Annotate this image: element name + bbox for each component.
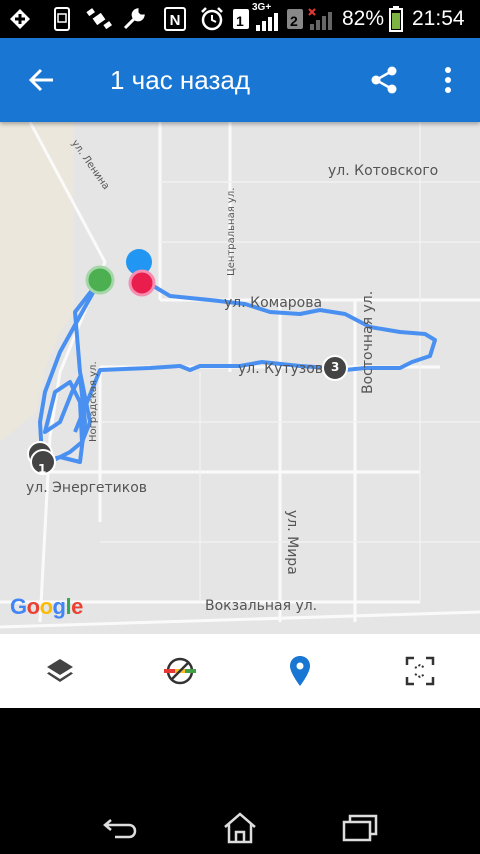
recents-nav-icon bbox=[342, 814, 378, 842]
street-label-kutuzova: ул. Кутузов bbox=[238, 361, 324, 377]
bottom-toolbar bbox=[0, 634, 480, 708]
page-title: 1 час назад bbox=[110, 65, 250, 95]
fit-bounds-icon bbox=[405, 656, 435, 686]
google-logo-letter: g bbox=[52, 594, 66, 619]
signal-icon bbox=[252, 12, 280, 32]
share-icon bbox=[371, 66, 397, 94]
battery-percent: 82% bbox=[342, 7, 385, 30]
svg-text:N: N bbox=[170, 12, 181, 29]
layers-icon bbox=[47, 659, 73, 682]
battery-icon bbox=[388, 6, 404, 32]
layers-button[interactable] bbox=[0, 634, 120, 708]
plus-icon bbox=[8, 7, 32, 31]
back-nav-icon bbox=[103, 819, 137, 839]
end-marker[interactable] bbox=[128, 269, 156, 297]
location-pin-icon bbox=[290, 656, 310, 686]
google-logo-letter: e bbox=[71, 594, 83, 619]
street-label-nogradskaya: Ноградская ул. bbox=[88, 361, 99, 442]
street-label-centralnaya: Центральная ул. bbox=[226, 187, 237, 276]
alarm-icon bbox=[198, 7, 226, 31]
more-vert-icon bbox=[445, 67, 451, 93]
street-label-vostochnaya: Восточная ул. bbox=[360, 290, 376, 394]
start-marker[interactable] bbox=[85, 265, 115, 295]
arrow-back-icon bbox=[29, 68, 53, 92]
home-nav-icon bbox=[224, 812, 256, 844]
status-bar: N 1 3G+ 2 82% 21:54 bbox=[0, 0, 480, 38]
park-area bbox=[0, 122, 74, 442]
street-label-vokzalnaya: Вокзальная ул. bbox=[205, 598, 318, 614]
speed-filter-button[interactable] bbox=[120, 634, 240, 708]
waypoint-1-label: 1 bbox=[38, 462, 47, 476]
google-logo: Google bbox=[10, 594, 83, 620]
nfc-icon: N bbox=[162, 7, 188, 31]
map-canvas bbox=[0, 122, 480, 629]
more-options-button[interactable] bbox=[420, 52, 476, 108]
no-signal-icon bbox=[306, 7, 334, 31]
fit-bounds-button[interactable] bbox=[360, 634, 480, 708]
waypoint-3-label: 3 bbox=[331, 360, 340, 374]
speed-filter-icon bbox=[164, 657, 196, 685]
satellite-icon bbox=[84, 7, 114, 31]
nav-recents-button[interactable] bbox=[330, 806, 390, 850]
map-view[interactable]: 1 3 ул. Ленина ул. Котовского Центральна… bbox=[0, 122, 480, 634]
nav-back-button[interactable] bbox=[90, 806, 150, 850]
street-label-kotovskogo: ул. Котовского bbox=[328, 163, 439, 179]
nav-home-button[interactable] bbox=[210, 806, 270, 850]
sim1-label: 1 bbox=[236, 13, 244, 29]
phone-settings-icon bbox=[50, 7, 74, 31]
google-logo-letter: o bbox=[39, 594, 53, 619]
system-nav-bar bbox=[0, 708, 480, 854]
street-label-komarova: ул. Комарова bbox=[224, 295, 323, 311]
google-logo-letter: G bbox=[10, 594, 27, 619]
wrench-icon bbox=[120, 7, 148, 31]
clock: 21:54 bbox=[412, 7, 465, 30]
street-label-energetikov: ул. Энергетиков bbox=[26, 480, 148, 496]
sim2-label: 2 bbox=[290, 13, 298, 29]
share-button[interactable] bbox=[356, 52, 412, 108]
app-bar: 1 час назад bbox=[0, 38, 480, 122]
back-button[interactable] bbox=[14, 52, 70, 108]
google-logo-letter: o bbox=[26, 594, 40, 619]
street-label-mira: ул. Мира bbox=[284, 510, 300, 575]
location-button[interactable] bbox=[240, 634, 360, 708]
